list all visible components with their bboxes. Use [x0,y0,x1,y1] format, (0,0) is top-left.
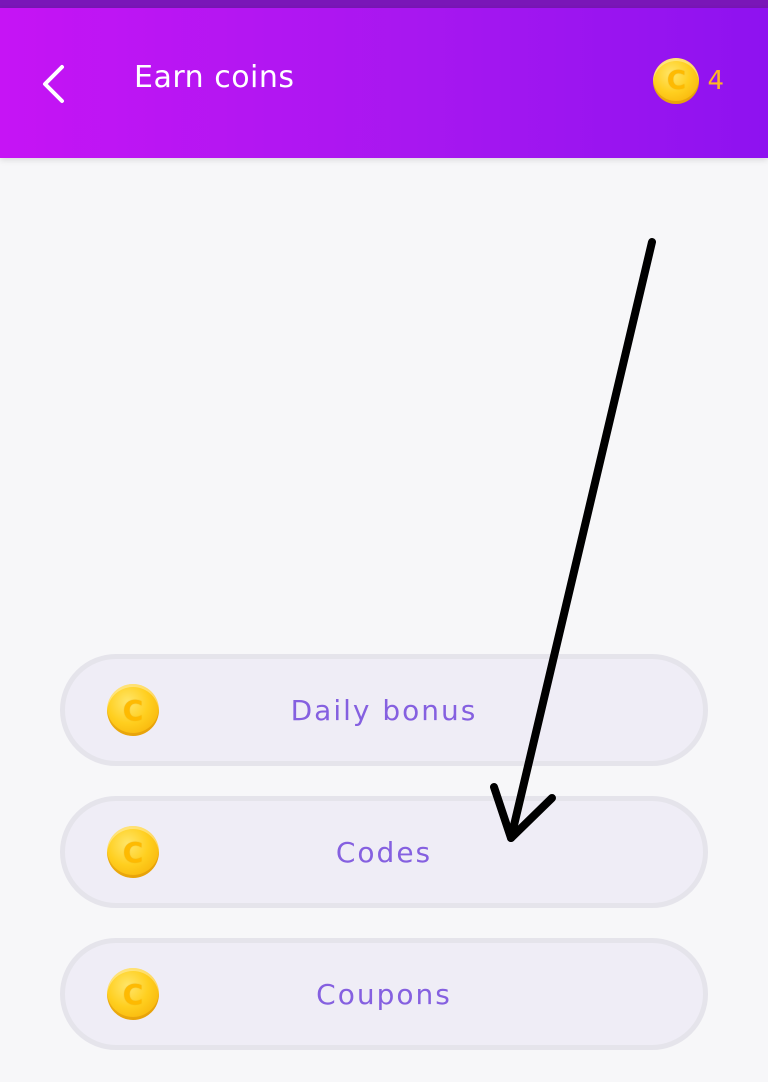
codes-button[interactable]: C Codes [60,796,708,908]
page-title: Earn coins [134,60,295,95]
earn-menu: C Daily bonus C Codes C Coupons [60,654,708,1080]
coin-glyph: C [666,66,686,96]
status-strip [0,0,768,8]
codes-label: Codes [335,835,433,869]
coin-icon: C [653,58,700,104]
coupons-button[interactable]: C Coupons [60,938,708,1050]
coupons-label: Coupons [316,977,452,1011]
chevron-left-icon [43,65,64,103]
daily-bonus-button[interactable]: C Daily bonus [60,654,708,766]
back-button[interactable] [30,56,76,112]
daily-bonus-label: Daily bonus [290,693,478,727]
coin-balance-value: 4 [707,66,724,96]
header-bar: Earn coins C 4 [0,8,768,158]
coin-balance: C 4 [653,58,724,104]
